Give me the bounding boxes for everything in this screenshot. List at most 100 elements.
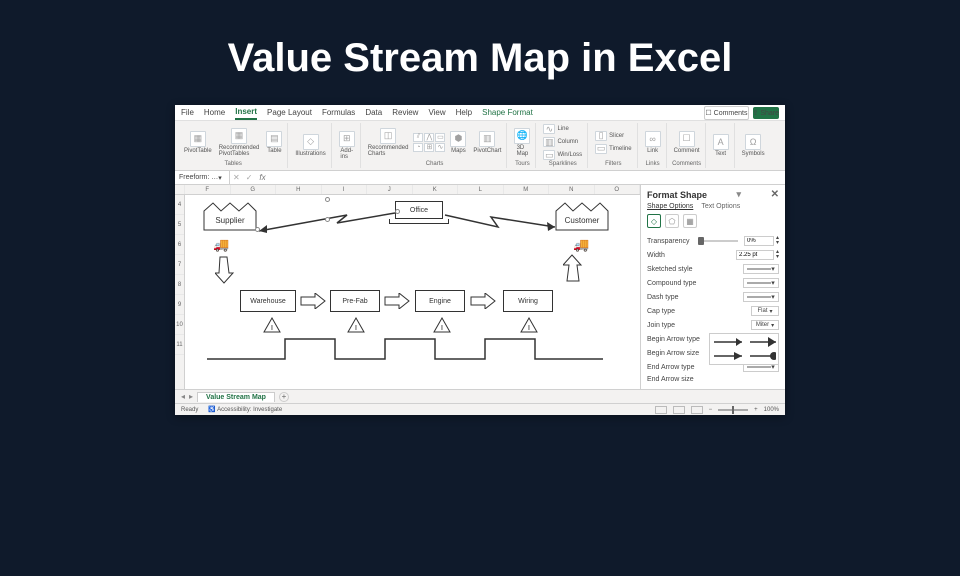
group-filters: ▯Slicer ▭Timeline Filters <box>590 123 637 168</box>
3dmap-button[interactable]: 🌐3D Map <box>512 127 532 158</box>
sheet-area[interactable]: FGHIJKLMNO 4567891011 Supplier Office Cu… <box>175 185 640 389</box>
status-ready: Ready <box>181 407 198 413</box>
width-input[interactable] <box>736 250 774 260</box>
truck-icon[interactable]: 🚚 <box>573 237 589 253</box>
selection-handle[interactable] <box>255 227 260 232</box>
accept-icon[interactable]: ✓ <box>243 173 256 182</box>
tab-data[interactable]: Data <box>365 106 382 119</box>
group-addins: ⊞Add- ins <box>334 123 361 168</box>
chart-types[interactable]: ⫽⋀▭ ◔⊞∿ <box>413 133 445 152</box>
pivottable-button[interactable]: ▦PivotTable <box>182 130 214 155</box>
office-shape[interactable]: Office <box>395 201 443 219</box>
compound-dropdown[interactable]: ▾ <box>743 278 779 288</box>
link-button[interactable]: ∞Link <box>643 130 663 155</box>
stepper-icon[interactable]: ▴▾ <box>776 250 779 260</box>
push-arrow-up[interactable] <box>563 253 583 283</box>
office-base <box>389 219 449 224</box>
spark-winloss[interactable]: ▭Win/Loss <box>541 149 584 161</box>
cancel-icon[interactable]: ✕ <box>230 173 243 182</box>
maps-button[interactable]: ⬢Maps <box>448 130 468 155</box>
timeline-button[interactable]: ▭Timeline <box>593 143 633 155</box>
spark-column[interactable]: ▥Column <box>541 136 584 148</box>
rec-charts-button[interactable]: ◫Recommended Charts <box>366 127 411 158</box>
info-flow-right[interactable] <box>443 205 557 235</box>
sketched-dropdown[interactable]: ▾ <box>743 264 779 274</box>
transparency-slider[interactable] <box>698 240 738 242</box>
share-button[interactable]: ⇪ Share <box>753 107 780 119</box>
table-button[interactable]: ▤Table <box>264 130 284 155</box>
inventory-triangle[interactable]: I <box>347 317 365 333</box>
tab-insert[interactable]: Insert <box>235 105 257 120</box>
rotate-handle[interactable] <box>325 197 330 202</box>
effects-icon[interactable]: ⬠ <box>665 214 679 228</box>
width-row: Width ▴▾ <box>647 248 779 262</box>
tab-home[interactable]: Home <box>204 106 225 119</box>
join-dropdown[interactable]: Miter ▾ <box>751 320 779 330</box>
zoom-level[interactable]: 100% <box>764 407 779 413</box>
text-options-tab[interactable]: Text Options <box>701 203 740 210</box>
inventory-triangle[interactable]: I <box>263 317 281 333</box>
fill-line-icon[interactable]: ◇ <box>647 214 661 228</box>
comment-button[interactable]: ☐Comment <box>672 130 702 155</box>
svg-text:Supplier: Supplier <box>215 216 245 225</box>
engine-box[interactable]: Engine <box>415 290 465 312</box>
normal-view-icon[interactable] <box>655 406 667 414</box>
tab-formulas[interactable]: Formulas <box>322 106 355 119</box>
wiring-box[interactable]: Wiring <box>503 290 553 312</box>
illustrations-button[interactable]: ◇Illustrations <box>293 133 327 158</box>
zoom-in-icon[interactable]: + <box>754 407 758 413</box>
fx-icon[interactable]: fx <box>255 173 269 182</box>
shape-options-tab[interactable]: Shape Options <box>647 203 693 210</box>
accessibility-status[interactable]: ♿ Accessibility: Investigate <box>208 406 282 413</box>
material-arrow[interactable] <box>299 293 327 309</box>
spark-line[interactable]: ∿Line <box>541 123 584 135</box>
prefab-box[interactable]: Pre-Fab <box>330 290 380 312</box>
transparency-input[interactable] <box>744 236 774 246</box>
tab-shape-format[interactable]: Shape Format <box>482 106 533 119</box>
pivotchart-button[interactable]: ▥PivotChart <box>471 130 503 155</box>
dash-dropdown[interactable]: ▾ <box>743 292 779 302</box>
cap-dropdown[interactable]: Flat ▾ <box>751 306 779 316</box>
text-button[interactable]: AText <box>711 133 731 158</box>
inventory-triangle[interactable]: I <box>433 317 451 333</box>
tab-page-layout[interactable]: Page Layout <box>267 106 312 119</box>
size-props-icon[interactable]: ▦ <box>683 214 697 228</box>
timeline[interactable] <box>205 335 605 361</box>
close-icon[interactable]: ✕ <box>771 189 779 200</box>
name-box[interactable]: Freeform: … ▾ <box>175 171 230 184</box>
symbols-button[interactable]: ΩSymbols <box>740 133 767 158</box>
warehouse-box[interactable]: Warehouse <box>240 290 296 312</box>
tab-help[interactable]: Help <box>456 106 472 119</box>
tab-view[interactable]: View <box>428 106 445 119</box>
page-layout-view-icon[interactable] <box>673 406 685 414</box>
row-headers: 4567891011 <box>175 195 185 389</box>
sheet-tab[interactable]: Value Stream Map <box>197 392 275 402</box>
zoom-slider[interactable] <box>718 409 748 411</box>
material-arrow[interactable] <box>383 293 411 309</box>
ribbon-body: ▦PivotTable ▦Recommended PivotTables ▤Ta… <box>175 121 785 171</box>
diagram-canvas[interactable]: Supplier Office Customer 🚚 <box>185 195 640 389</box>
inventory-triangle[interactable]: I <box>520 317 538 333</box>
page-break-view-icon[interactable] <box>691 406 703 414</box>
rec-pivottable-button[interactable]: ▦Recommended PivotTables <box>217 127 262 158</box>
stepper-icon[interactable]: ▴▾ <box>776 236 779 246</box>
addins-button[interactable]: ⊞Add- ins <box>337 130 357 161</box>
add-sheet-button[interactable]: + <box>279 392 289 402</box>
panel-dropdown-icon[interactable]: ▾ <box>737 189 742 200</box>
sheet-nav-prev-icon[interactable]: ◂ <box>181 392 185 401</box>
transparency-row: Transparency ▴▾ <box>647 234 779 248</box>
supplier-shape[interactable]: Supplier <box>203 199 257 231</box>
sheet-nav-next-icon[interactable]: ▸ <box>189 392 193 401</box>
customer-shape[interactable]: Customer <box>555 199 609 231</box>
material-arrow[interactable] <box>469 293 497 309</box>
push-arrow-down[interactable] <box>215 255 235 285</box>
slicer-button[interactable]: ▯Slicer <box>593 130 633 142</box>
truck-icon[interactable]: 🚚 <box>213 237 229 253</box>
comments-button[interactable]: ☐ Comments <box>704 106 748 120</box>
tab-review[interactable]: Review <box>392 106 418 119</box>
zoom-out-icon[interactable]: − <box>709 407 713 413</box>
selection-handle[interactable] <box>395 209 400 214</box>
arrow-preview-flyout[interactable] <box>709 333 779 365</box>
selection-handle[interactable] <box>325 217 330 222</box>
tab-file[interactable]: File <box>181 106 194 119</box>
